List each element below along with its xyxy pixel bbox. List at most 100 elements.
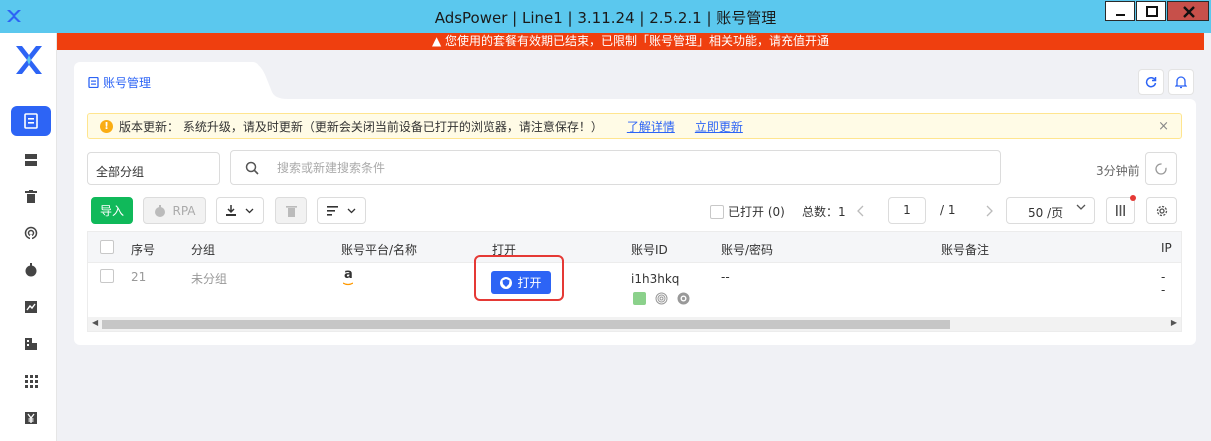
update-notice: ! 版本更新： 系统升级，请及时更新（更新会关闭当前设备已打开的浏览器，请注意保… [87,113,1182,139]
refresh-list-button[interactable] [1145,152,1177,185]
sort-icon [327,205,338,216]
browser-core-icon [677,292,690,305]
new-badge-dot [1130,195,1136,201]
sidebar-item-team[interactable] [11,329,51,359]
row-seq: 21 [131,270,147,284]
row-ip-line2: - [1161,283,1166,297]
refresh-icon [1155,162,1167,175]
row-account-id: i1h3hkq [631,272,680,286]
opened-label: 已打开 (0) [728,205,785,219]
header-platform[interactable]: 账号平台/名称 [341,241,417,258]
gear-icon [1156,205,1167,216]
sidebar-item-stats[interactable] [11,292,51,322]
sidebar-item-apps[interactable] [11,366,51,396]
account-list-icon [88,77,99,88]
cookie-icon [633,292,646,305]
notice-text: 版本更新： 系统升级，请及时更新（更新会关闭当前设备已打开的浏览器，请注意保存！… [119,119,603,134]
group-filter-select[interactable]: 全部分组 [87,152,220,185]
scroll-right-arrow-icon[interactable]: ▶ [1171,318,1177,327]
column-settings-button[interactable] [1106,195,1136,224]
accounts-table: 序号 分组 账号平台/名称 打开 账号ID 账号/密码 账号备注 IP 21 未… [87,231,1182,332]
import-button[interactable]: 导入 [91,197,133,224]
chevron-down-icon [1076,204,1086,210]
row-checkbox[interactable] [100,269,114,283]
bell-icon [1175,75,1187,88]
prev-page-icon[interactable] [856,205,866,217]
proxy-signal-icon [24,226,38,240]
chevron-down-icon [347,208,356,213]
amazon-smile-icon [343,282,353,286]
robot-icon [155,204,166,217]
window-titlebar: AdsPower | Line1 | 3.11.24 | 2.5.2.1 | 账… [0,0,1211,33]
sort-dropdown-button[interactable] [317,197,366,224]
tab-label: 账号管理 [103,76,152,90]
reload-button[interactable] [1138,69,1164,95]
window-title: AdsPower | Line1 | 3.11.24 | 2.5.2.1 | 账… [434,9,777,27]
select-all-checkbox[interactable] [100,240,114,254]
settings-button[interactable] [1146,197,1177,224]
sidebar-item-rpa[interactable] [11,255,51,285]
search-icon [245,161,259,175]
search-input[interactable] [277,159,977,177]
trash-icon [285,205,297,217]
sidebar-item-billing[interactable] [11,403,51,433]
row-account-password: -- [721,270,730,284]
close-window-button[interactable] [1167,1,1209,21]
left-sidebar [0,33,57,441]
minimize-icon [1116,14,1125,16]
info-icon: ! [100,119,113,133]
header-account-id[interactable]: 账号ID [631,241,668,258]
table-row[interactable]: 21 未分组 a 打开 i1h3hkq -- - - [88,255,1181,317]
page-size-label: 50 /页 [1028,206,1064,220]
close-icon [1183,6,1195,18]
scrollbar-thumb[interactable] [102,320,950,329]
maximize-button[interactable] [1136,1,1166,21]
chart-icon [25,301,37,313]
total-count: 总数：1 [802,205,846,219]
rpa-label: RPA [172,203,196,218]
minimize-button[interactable] [1105,1,1135,21]
opened-filter[interactable]: 已打开 (0) [710,203,785,220]
search-box[interactable] [230,150,1001,185]
sidebar-item-accounts[interactable] [11,106,51,136]
tab-account-management[interactable]: 账号管理 [74,62,259,99]
page-total: / 1 [940,203,956,217]
close-icon[interactable]: × [1158,119,1169,134]
trash-icon [25,189,37,203]
download-icon [226,205,236,216]
sidebar-item-groups[interactable] [11,145,51,175]
maximize-icon [1146,6,1158,17]
header-group[interactable]: 分组 [191,241,215,258]
open-label: 打开 [517,276,542,290]
refresh-icon [1145,76,1157,88]
learn-more-link[interactable]: 了解详情 [627,118,675,135]
amazon-logo-icon: a [344,267,353,282]
sidebar-item-trash[interactable] [11,181,51,211]
export-dropdown-button[interactable] [216,197,264,224]
next-page-icon[interactable] [984,205,994,217]
columns-icon [1116,205,1125,216]
rpa-button[interactable]: RPA [143,197,206,224]
sidebar-item-proxy[interactable] [11,218,51,248]
header-seq[interactable]: 序号 [131,241,155,258]
opened-checkbox[interactable] [710,204,724,219]
header-remark[interactable]: 账号备注 [941,241,989,258]
yen-icon [25,412,37,424]
update-now-link[interactable]: 立即更新 [695,118,743,135]
last-refresh-time: 3分钟前 [1096,164,1140,178]
notifications-button[interactable] [1168,69,1194,95]
header-account-password[interactable]: 账号/密码 [721,241,773,258]
scroll-left-arrow-icon[interactable]: ◀ [92,318,98,327]
adspower-logo [16,46,42,74]
header-ip[interactable]: IP [1161,241,1172,255]
group-icon [25,154,37,166]
horizontal-scrollbar[interactable]: ◀ ▶ [88,317,1181,331]
page-number-input[interactable]: 1 [888,197,926,224]
building-icon [25,338,37,350]
row-group: 未分组 [191,272,228,286]
plan-expired-banner: ▲ 您使用的套餐有效期已结束，已限制「账号管理」相关功能，请充值开通 [57,33,1204,50]
page-size-select[interactable]: 50 /页 [1006,197,1095,224]
open-browser-button[interactable]: 打开 [491,271,551,294]
chevron-down-icon [245,208,254,213]
delete-button[interactable] [275,197,307,224]
